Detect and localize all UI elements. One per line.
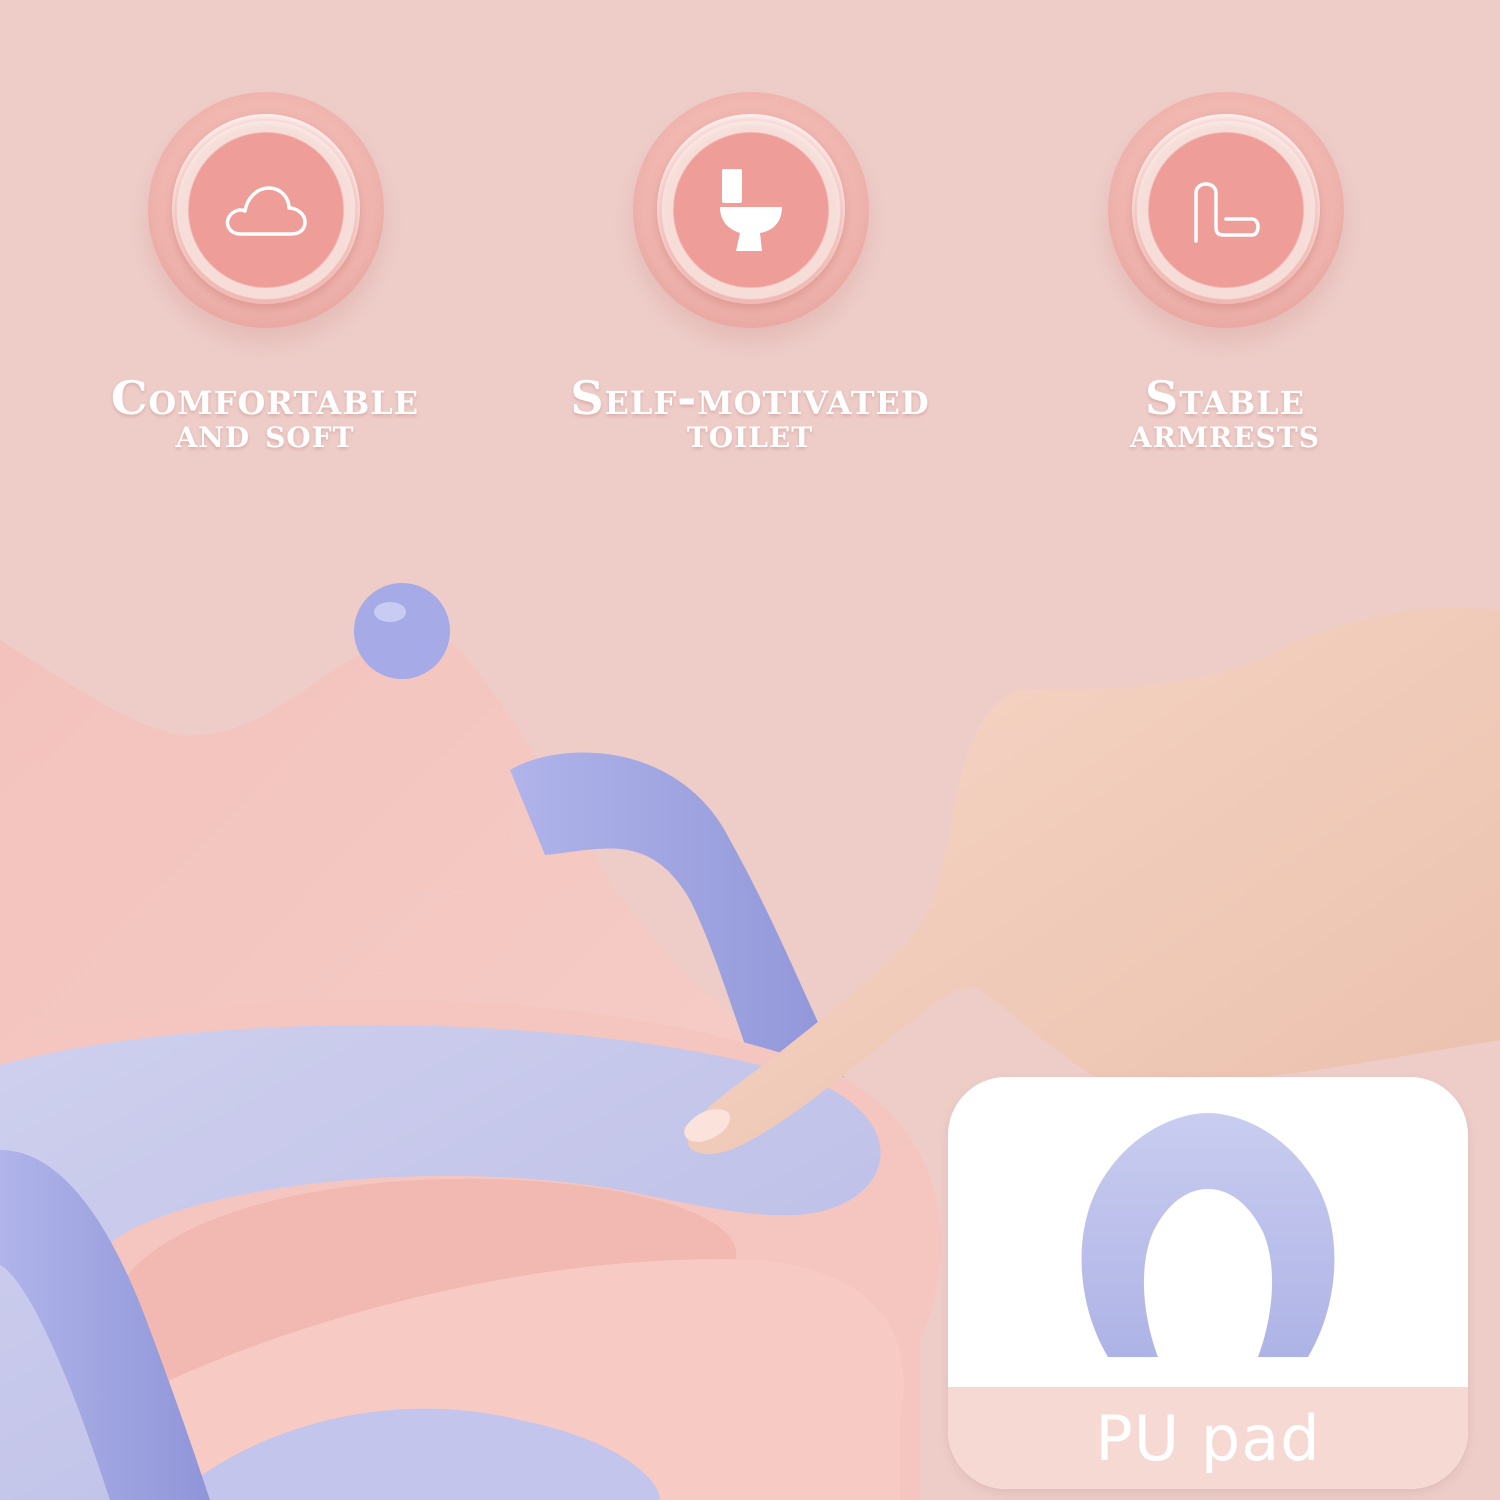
feature-badge [148, 92, 384, 328]
pu-pad-image [1081, 1113, 1335, 1357]
pu-pad-label: PU pad [1095, 1401, 1321, 1475]
pointing-hand [687, 607, 1500, 1154]
feature-self-motivated: Self-motivated toilet [520, 92, 980, 492]
feature-badge [1108, 92, 1344, 328]
feature-title-line2: armrests [1130, 410, 1320, 457]
feature-title: Stable armrests [995, 375, 1455, 457]
feature-title: Comfortable and soft [35, 375, 495, 457]
feature-badge [633, 92, 869, 328]
feature-title-line2: and soft [175, 410, 355, 457]
toilet-icon [691, 150, 811, 270]
cloud-icon [206, 150, 326, 270]
feature-comfortable: Comfortable and soft [35, 92, 495, 492]
pu-pad-footer: PU pad [948, 1387, 1468, 1489]
crown-knob [354, 583, 450, 679]
armrest-icon [1166, 150, 1286, 270]
feature-title: Self-motivated toilet [520, 375, 980, 455]
feature-stable-armrests: Stable armrests [995, 92, 1455, 492]
pu-pad-card: PU pad [948, 1077, 1468, 1489]
